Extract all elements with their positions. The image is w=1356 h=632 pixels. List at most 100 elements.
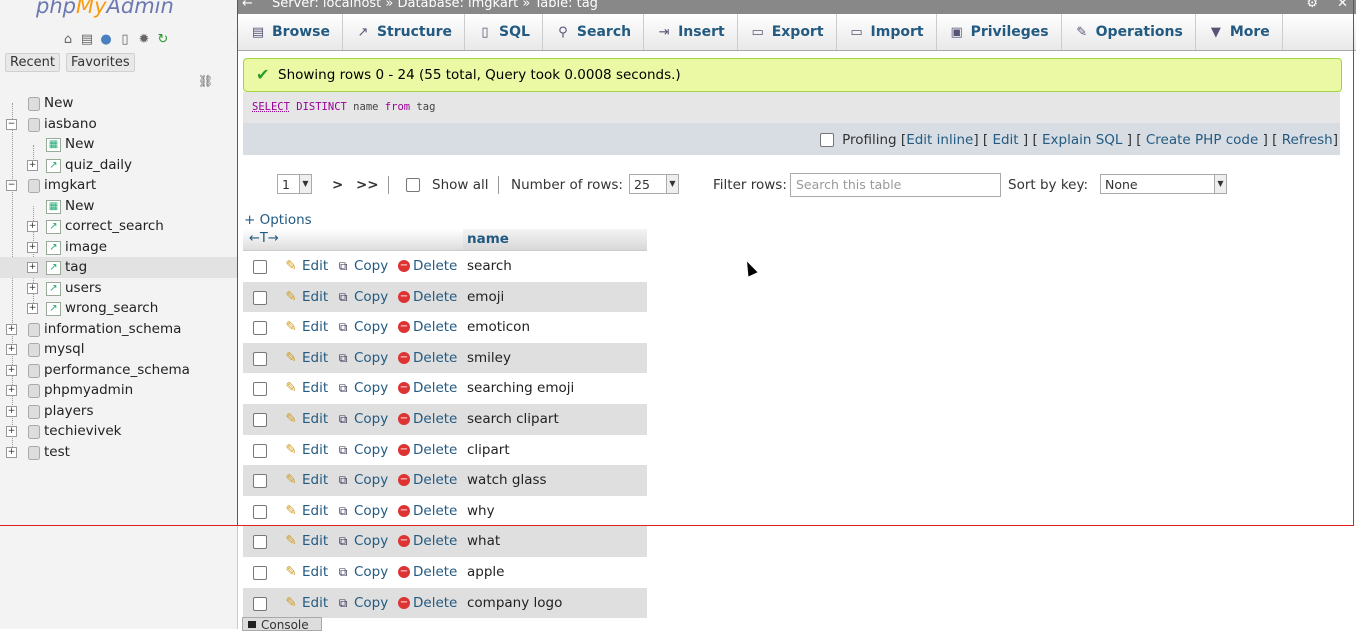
delete-row-button[interactable]: − Delete — [398, 465, 457, 495]
help-icon[interactable]: ● — [98, 32, 114, 47]
tree-item-imgkart[interactable]: − imgkart — [0, 175, 237, 196]
cell-name[interactable]: search clipart — [467, 404, 559, 434]
tab-operations[interactable]: ✎ Operations — [1062, 14, 1196, 50]
copy-row-button[interactable]: ⧉ Copy — [335, 251, 389, 281]
copy-row-button[interactable]: ⧉ Copy — [335, 282, 389, 312]
edit-row-button[interactable]: ✎ Edit — [283, 343, 328, 373]
delete-row-button[interactable]: − Delete — [398, 435, 457, 465]
cell-name[interactable]: why — [467, 496, 495, 526]
sql-keyword-select[interactable]: SELECT — [252, 101, 290, 113]
expand-icon[interactable]: + — [27, 159, 38, 171]
delete-row-button[interactable]: − Delete — [398, 526, 457, 556]
row-checkbox[interactable] — [253, 443, 267, 458]
tab-sql[interactable]: ▯ SQL — [465, 14, 543, 50]
copy-row-button[interactable]: ⧉ Copy — [335, 343, 389, 373]
cell-name[interactable]: watch glass — [467, 465, 547, 495]
tab-import[interactable]: ▭ Import — [837, 14, 937, 50]
tree-item-test[interactable]: + test — [0, 442, 237, 463]
profiling-checkbox[interactable] — [819, 133, 834, 147]
row-checkbox[interactable] — [253, 535, 267, 550]
copy-row-button[interactable]: ⧉ Copy — [335, 588, 389, 618]
cell-name[interactable]: apple — [467, 557, 504, 587]
row-checkbox[interactable] — [253, 413, 267, 427]
cell-name[interactable]: emoticon — [467, 312, 530, 342]
back-arrow-icon[interactable]: ← — [242, 0, 253, 12]
collapse-icon[interactable]: − — [6, 118, 17, 130]
edit-row-button[interactable]: ✎ Edit — [283, 373, 328, 403]
options-link[interactable]: + Options — [244, 212, 312, 228]
delete-row-button[interactable]: − Delete — [398, 373, 457, 403]
home-icon[interactable]: ⌂ — [60, 32, 76, 47]
copy-row-button[interactable]: ⧉ Copy — [335, 312, 389, 342]
delete-row-button[interactable]: − Delete — [398, 343, 457, 373]
refresh-link[interactable]: Refresh — [1282, 132, 1333, 148]
cell-name[interactable]: smiley — [467, 343, 511, 373]
copy-row-button[interactable]: ⧉ Copy — [335, 465, 389, 495]
row-checkbox[interactable] — [253, 290, 267, 305]
docs-icon[interactable]: ▯ — [117, 32, 133, 47]
row-checkbox[interactable] — [253, 382, 267, 397]
delete-row-button[interactable]: − Delete — [398, 404, 457, 434]
breadcrumb[interactable]: Server: localhost » Database: imgkart » … — [272, 0, 598, 12]
delete-row-button[interactable]: − Delete — [398, 282, 457, 312]
cell-name[interactable]: what — [467, 526, 500, 556]
expand-icon[interactable]: + — [6, 405, 17, 417]
edit-row-button[interactable]: ✎ Edit — [283, 465, 328, 495]
filter-rows-input[interactable]: Search this table — [790, 173, 1001, 197]
expand-icon[interactable]: + — [27, 262, 38, 273]
column-header-name[interactable]: name — [463, 229, 647, 250]
tree-item-quiz-daily[interactable]: + ↗ quiz_daily — [0, 155, 237, 176]
expand-icon[interactable]: + — [6, 364, 17, 376]
edit-row-button[interactable]: ✎ Edit — [283, 557, 328, 587]
last-page-button[interactable]: >> — [356, 172, 379, 198]
tab-export[interactable]: ▭ Export — [738, 14, 837, 50]
tab-search[interactable]: ⚲ Search — [543, 14, 645, 50]
sql-window-icon[interactable]: ▤ — [79, 32, 95, 47]
delete-row-button[interactable]: − Delete — [398, 588, 457, 618]
tree-item-iasbano[interactable]: − iasbano — [0, 114, 237, 135]
number-of-rows-select[interactable]: 25 ▼ — [629, 174, 679, 194]
edit-row-button[interactable]: ✎ Edit — [283, 404, 328, 434]
edit-row-button[interactable]: ✎ Edit — [283, 588, 328, 618]
reload-icon[interactable]: ↻ — [155, 32, 171, 47]
create-php-code-link[interactable]: Create PHP code — [1146, 132, 1258, 148]
column-resize-arrows-icon[interactable]: ←T→ — [249, 229, 279, 249]
tab-privileges[interactable]: ▣ Privileges — [937, 14, 1062, 50]
collapse-icon[interactable]: − — [6, 180, 17, 191]
tree-item-phpmyadmin[interactable]: + phpmyadmin — [0, 380, 237, 401]
delete-row-button[interactable]: − Delete — [398, 312, 457, 342]
tab-structure[interactable]: ↗ Structure — [343, 14, 465, 50]
tab-more[interactable]: ▼ More — [1196, 14, 1283, 50]
settings-icon[interactable]: ✹ — [136, 32, 152, 47]
edit-inline-link[interactable]: Edit inline — [906, 132, 973, 148]
expand-icon[interactable]: + — [27, 303, 38, 314]
show-all-checkbox[interactable] — [406, 178, 420, 192]
expand-icon[interactable]: + — [6, 385, 17, 396]
delete-row-button[interactable]: − Delete — [398, 496, 457, 526]
recent-tab[interactable]: Recent — [5, 53, 60, 72]
copy-row-button[interactable]: ⧉ Copy — [335, 435, 389, 465]
favorites-tab[interactable]: Favorites — [65, 53, 135, 72]
expand-icon[interactable]: + — [27, 282, 38, 294]
tree-item-mysql[interactable]: + mysql — [0, 339, 237, 360]
sql-query-box[interactable]: SELECT DISTINCT name from tag — [243, 92, 1340, 123]
tree-item-tag[interactable]: + ↗ tag — [0, 257, 237, 278]
tree-item-information-schema[interactable]: + information_schema — [0, 319, 237, 340]
expand-icon[interactable]: + — [6, 323, 17, 335]
copy-row-button[interactable]: ⧉ Copy — [335, 526, 389, 556]
tree-item-new[interactable]: New — [0, 93, 237, 114]
row-checkbox[interactable] — [253, 474, 267, 489]
tree-item-users[interactable]: + ↗ users — [0, 278, 237, 299]
row-checkbox[interactable] — [253, 566, 267, 580]
tree-item-players[interactable]: + players — [0, 401, 237, 422]
tab-insert[interactable]: ⇥ Insert — [644, 14, 738, 50]
expand-icon[interactable]: + — [6, 426, 17, 437]
copy-row-button[interactable]: ⧉ Copy — [335, 557, 389, 587]
copy-row-button[interactable]: ⧉ Copy — [335, 404, 389, 434]
gear-icon[interactable]: ⚙ — [1306, 0, 1318, 12]
expand-icon[interactable]: + — [27, 221, 38, 232]
row-checkbox[interactable] — [253, 260, 267, 274]
tree-item-performance-schema[interactable]: + performance_schema — [0, 360, 237, 381]
sort-by-key-select[interactable]: None ▼ — [1100, 174, 1227, 194]
cell-name[interactable]: searching emoji — [467, 373, 574, 403]
